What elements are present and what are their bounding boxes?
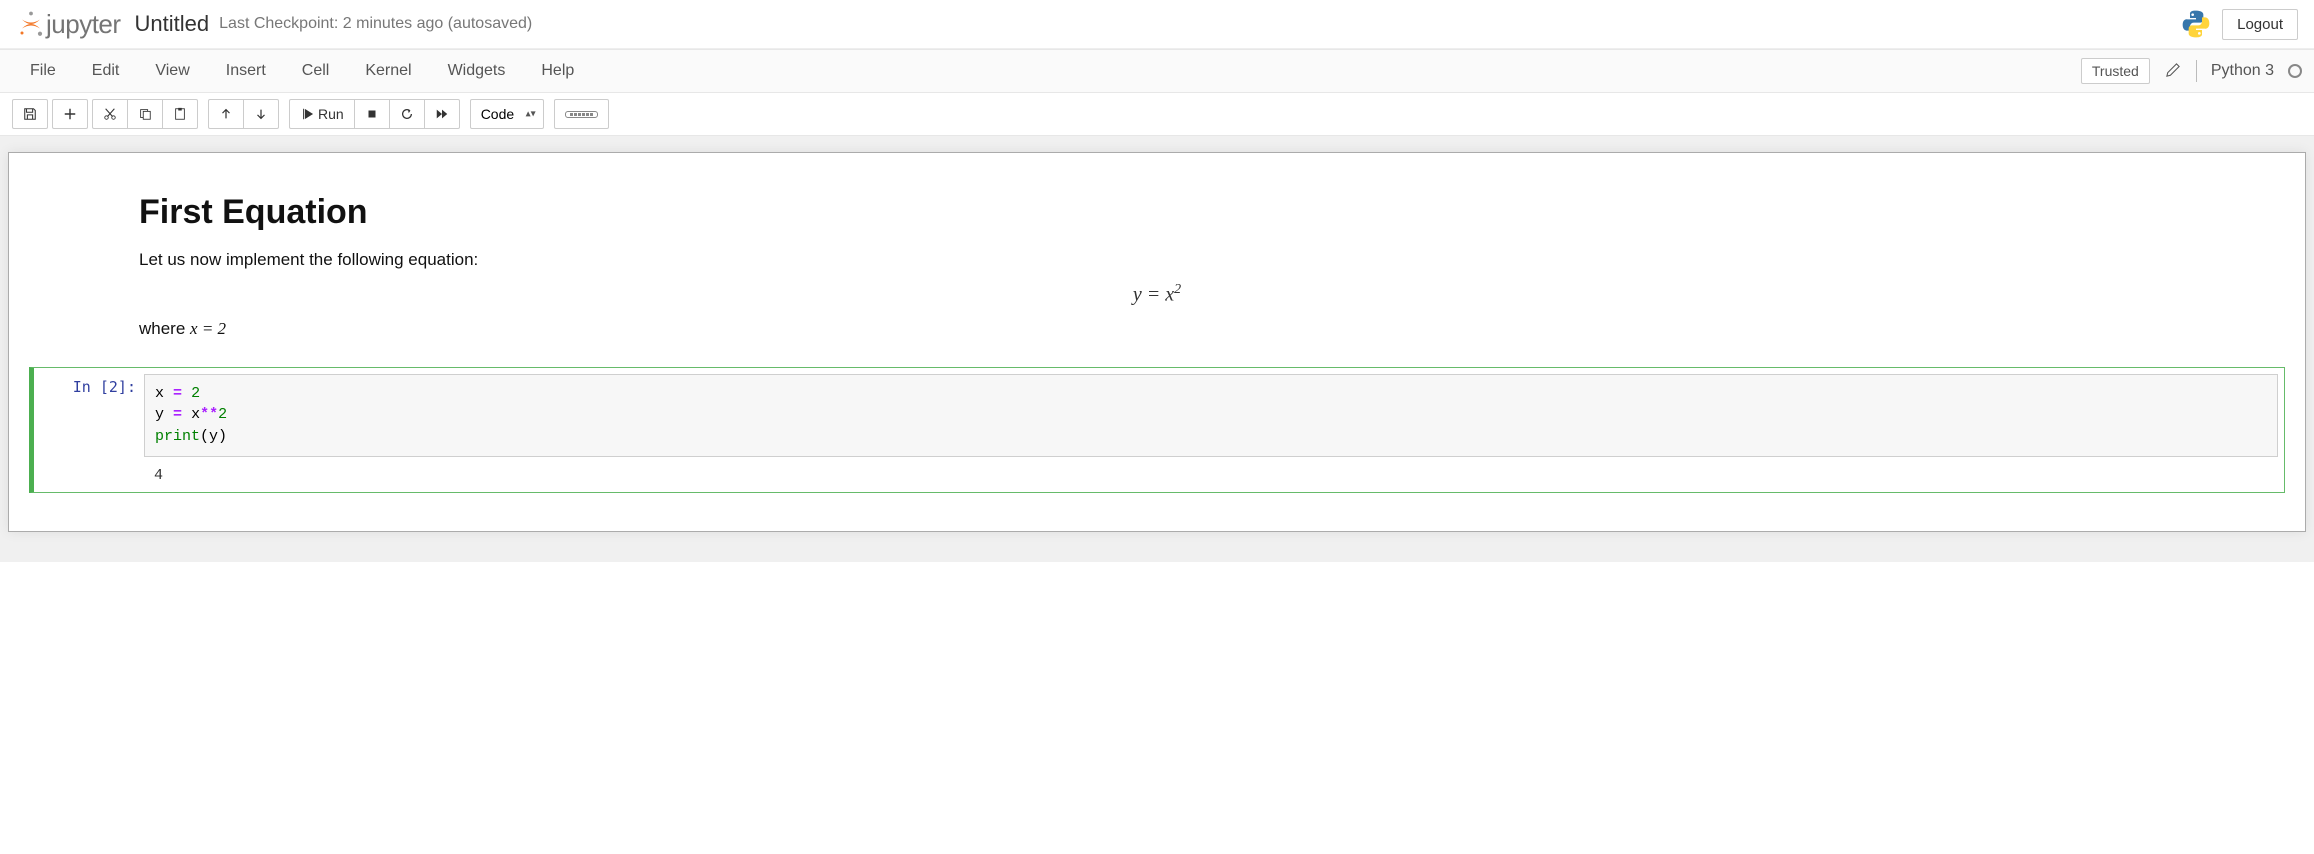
menu-view[interactable]: View: [137, 54, 207, 88]
jupyter-icon: [16, 9, 46, 39]
kernel-idle-icon: [2288, 64, 2302, 78]
markdown-where: where x = 2: [139, 319, 2175, 339]
code-input[interactable]: x = 2 y = x**2 print(y): [144, 374, 2278, 457]
input-prompt: In [2]:: [34, 368, 144, 492]
markdown-cell[interactable]: First Equation Let us now implement the …: [19, 183, 2295, 359]
kernel-name[interactable]: Python 3: [2205, 62, 2280, 80]
code-output: 4: [144, 463, 2284, 492]
run-label: Run: [318, 106, 344, 122]
checkpoint-text: Last Checkpoint: 2 minutes ago (autosave…: [219, 15, 532, 33]
paste-button[interactable]: [162, 99, 198, 129]
cell-type-select[interactable]: Code: [470, 99, 544, 129]
cut-button[interactable]: [92, 99, 128, 129]
header-bar: jupyter Untitled Last Checkpoint: 2 minu…: [0, 0, 2314, 49]
plus-icon: [63, 107, 77, 121]
markdown-heading: First Equation: [139, 193, 2175, 232]
python-icon: [2180, 8, 2212, 40]
run-icon: [300, 107, 314, 121]
jupyter-logo[interactable]: jupyter: [16, 9, 121, 40]
divider: [2196, 60, 2197, 82]
markdown-equation: y = x2: [139, 282, 2175, 307]
menu-insert[interactable]: Insert: [208, 54, 284, 88]
move-down-button[interactable]: [243, 99, 279, 129]
scissors-icon: [103, 107, 117, 121]
keyboard-icon: [565, 111, 598, 118]
code-line: print(y): [155, 426, 2267, 448]
save-button[interactable]: [12, 99, 48, 129]
fast-forward-icon: [435, 107, 449, 121]
arrow-up-icon: [219, 107, 233, 121]
menu-help[interactable]: Help: [523, 54, 592, 88]
clipboard-icon: [173, 107, 187, 121]
save-icon: [23, 107, 37, 121]
run-button[interactable]: Run: [289, 99, 355, 129]
code-line: y = x**2: [155, 404, 2267, 426]
logout-button[interactable]: Logout: [2222, 9, 2298, 40]
restart-icon: [400, 107, 414, 121]
menu-kernel[interactable]: Kernel: [347, 54, 429, 88]
toolbar: Run Code ▴▾: [0, 93, 2314, 136]
menu-widgets[interactable]: Widgets: [430, 54, 524, 88]
insert-cell-button[interactable]: [52, 99, 88, 129]
copy-button[interactable]: [127, 99, 163, 129]
notebook-name[interactable]: Untitled: [135, 11, 210, 37]
stop-icon: [365, 107, 379, 121]
code-line: x = 2: [155, 383, 2267, 405]
notebook: First Equation Let us now implement the …: [8, 152, 2306, 532]
menubar: File Edit View Insert Cell Kernel Widget…: [0, 49, 2314, 93]
move-up-button[interactable]: [208, 99, 244, 129]
interrupt-button[interactable]: [354, 99, 390, 129]
restart-button[interactable]: [389, 99, 425, 129]
pencil-icon[interactable]: [2158, 59, 2188, 84]
menu-edit[interactable]: Edit: [74, 54, 138, 88]
menu-cell[interactable]: Cell: [284, 54, 348, 88]
notebook-container: First Equation Let us now implement the …: [0, 136, 2314, 562]
menu-file[interactable]: File: [12, 54, 74, 88]
copy-icon: [138, 107, 152, 121]
code-cell[interactable]: In [2]: x = 2 y = x**2 print(y) 4: [29, 367, 2285, 493]
markdown-paragraph: Let us now implement the following equat…: [139, 250, 2175, 270]
restart-run-all-button[interactable]: [424, 99, 460, 129]
trusted-indicator[interactable]: Trusted: [2081, 58, 2150, 84]
arrow-down-icon: [254, 107, 268, 121]
command-palette-button[interactable]: [554, 99, 609, 129]
jupyter-logo-text: jupyter: [46, 9, 121, 40]
